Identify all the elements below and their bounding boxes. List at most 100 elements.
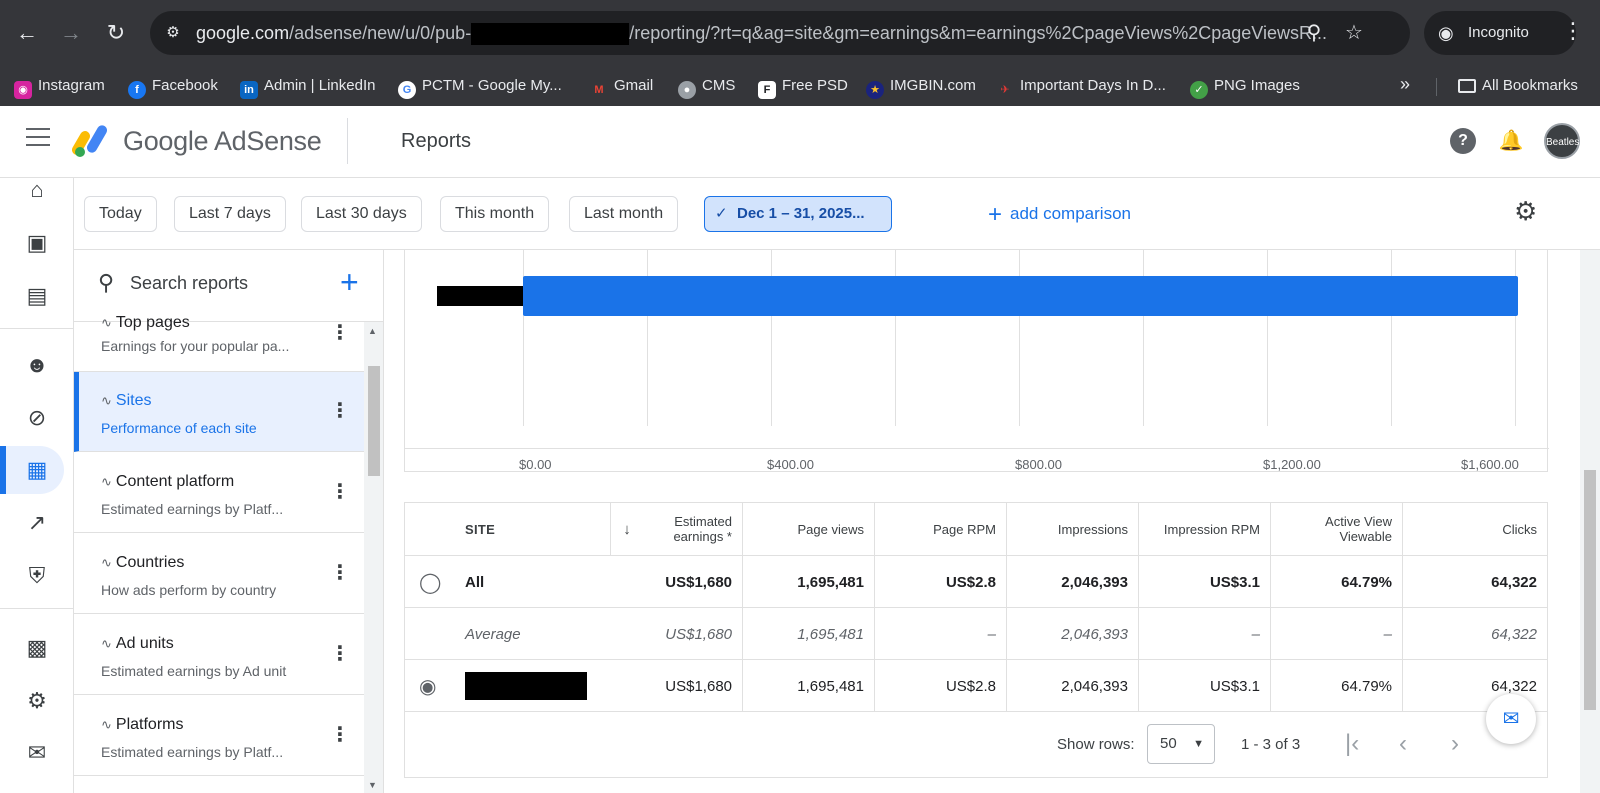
x-tick-label: $1,200.00 xyxy=(1263,457,1321,472)
next-page-icon[interactable]: › xyxy=(1451,730,1459,758)
zoom-icon[interactable]: ⚲ xyxy=(1302,21,1326,45)
panel-scrollbar[interactable]: ▲ ▼ xyxy=(364,322,383,793)
col-header-page-rpm[interactable]: Page RPM xyxy=(875,503,1007,555)
forward-arrow-icon[interactable]: → xyxy=(56,18,86,48)
rail-divider xyxy=(0,608,74,609)
redacted-publisher-id xyxy=(471,23,630,46)
add-report-icon[interactable]: + xyxy=(340,264,359,301)
chip-today[interactable]: Today xyxy=(84,196,157,232)
more-vert-icon[interactable]: ⋮ xyxy=(330,722,350,747)
account-person-icon[interactable]: ☻ xyxy=(0,341,74,389)
more-bookmarks-icon[interactable]: » xyxy=(1400,74,1410,95)
chip-last-month[interactable]: Last month xyxy=(569,196,679,232)
visibility-off-icon[interactable]: ◯ xyxy=(419,570,441,595)
table-row[interactable]: ◉ US$1,680 1,695,481 US$2.8 2,046,393 US… xyxy=(405,659,1547,712)
x-tick-label: $800.00 xyxy=(1015,457,1062,472)
page-title: Reports xyxy=(401,130,472,152)
sort-arrow-down-icon[interactable]: ↓ xyxy=(611,503,643,555)
address-bar[interactable]: ⚙ google.com/adsense/new/u/0/pub-/report… xyxy=(150,11,1410,55)
add-comparison-button[interactable]: + add comparison xyxy=(988,196,1131,232)
rows-per-page-select[interactable]: 50 ▼ xyxy=(1147,724,1215,764)
report-settings-gear-icon[interactable]: ⚙ xyxy=(1514,196,1537,227)
col-header-clicks[interactable]: Clicks xyxy=(1403,503,1547,555)
incognito-badge[interactable]: ◉ Incognito xyxy=(1424,11,1576,55)
main-menu-icon[interactable] xyxy=(26,128,50,148)
report-item-countries[interactable]: ∿ Countries How ads perform by country ⋮ xyxy=(74,534,364,614)
more-vert-icon[interactable]: ⋮ xyxy=(330,320,350,345)
ads-icon[interactable]: ▣ xyxy=(0,219,74,267)
home-icon[interactable]: ⌂ xyxy=(0,166,74,214)
report-item-sites[interactable]: ∿ Sites Performance of each site ⋮ xyxy=(74,372,364,452)
blocking-controls-icon[interactable]: ⊘ xyxy=(0,394,74,442)
bookmark-pctm[interactable]: G PCTM - Google My... xyxy=(398,77,562,99)
more-vert-icon[interactable]: ⋮ xyxy=(330,560,350,585)
bookmark-gmail[interactable]: M Gmail xyxy=(590,77,653,99)
col-header-impression-rpm[interactable]: Impression RPM xyxy=(1139,503,1271,555)
table-row-all[interactable]: ◯ All US$1,680 1,695,481 US$2.8 2,046,39… xyxy=(405,555,1547,608)
bookmark-cms[interactable]: ● CMS xyxy=(678,77,735,99)
payments-icon[interactable]: ▩ xyxy=(0,624,74,672)
browser-menu-icon[interactable]: ⋮ xyxy=(1562,18,1584,44)
col-header-site[interactable]: SITE xyxy=(405,503,611,555)
sparkline-icon: ∿ xyxy=(101,474,112,489)
all-bookmarks[interactable]: All Bookmarks xyxy=(1458,77,1578,94)
col-header-page-views[interactable]: Page views xyxy=(743,503,875,555)
avatar[interactable]: Beatles xyxy=(1544,123,1580,159)
col-header-impressions[interactable]: Impressions xyxy=(1007,503,1139,555)
site-info-icon[interactable]: ⚙ xyxy=(162,22,184,44)
bookmark-important-days[interactable]: ✈ Important Days In D... xyxy=(996,77,1166,99)
sparkline-icon: ∿ xyxy=(101,636,112,651)
report-item-ad-units[interactable]: ∿ Ad units Estimated earnings by Ad unit … xyxy=(74,615,364,695)
bookmark-star-icon[interactable]: ☆ xyxy=(1342,21,1366,45)
scroll-down-arrow-icon[interactable]: ▼ xyxy=(368,780,377,790)
more-vert-icon[interactable]: ⋮ xyxy=(330,641,350,666)
sites-table: SITE ↓ Estimated earnings * Page views P… xyxy=(404,502,1548,712)
url-text: google.com/adsense/new/u/0/pub-/reportin… xyxy=(196,23,1327,46)
earnings-bar-chart: $0.00 $400.00 $800.00 $1,200.00 $1,600.00 xyxy=(404,250,1549,472)
chip-custom-range[interactable]: ✓ Dec 1 – 31, 2025... xyxy=(704,196,892,232)
sites-icon[interactable]: ▤ xyxy=(0,272,74,320)
bookmark-freepsd[interactable]: F Free PSD xyxy=(758,77,848,99)
visibility-icon[interactable]: ◉ xyxy=(419,674,436,699)
reload-icon[interactable]: ↻ xyxy=(101,18,131,48)
sparkline-icon: ∿ xyxy=(101,315,112,330)
report-item-platforms[interactable]: ∿ Platforms Estimated earnings by Platf..… xyxy=(74,696,364,776)
help-icon[interactable]: ? xyxy=(1450,128,1476,154)
more-vert-icon[interactable]: ⋮ xyxy=(330,479,350,504)
bookmark-linkedin[interactable]: in Admin | LinkedIn xyxy=(240,77,375,99)
chip-last-30-days[interactable]: Last 30 days xyxy=(301,196,422,232)
incognito-icon: ◉ xyxy=(1438,23,1454,43)
instagram-icon: ◉ xyxy=(14,81,32,99)
report-item-top-pages[interactable]: ∿ Top pages Earnings for your popular pa.… xyxy=(74,302,364,372)
chart-bar[interactable] xyxy=(523,276,1518,316)
main-scrollbar[interactable] xyxy=(1580,250,1600,793)
bookmark-png-images[interactable]: ✓ PNG Images xyxy=(1190,77,1300,99)
reports-icon[interactable]: ▦ xyxy=(0,446,74,494)
more-vert-icon[interactable]: ⋮ xyxy=(330,398,350,423)
google-icon: G xyxy=(398,81,416,99)
chip-last-7-days[interactable]: Last 7 days xyxy=(174,196,286,232)
optimization-trend-icon[interactable]: ↗ xyxy=(0,499,74,547)
notifications-bell-icon[interactable]: 🔔 xyxy=(1498,128,1524,154)
date-filter-bar: Today Last 7 days Last 30 days This mont… xyxy=(74,178,1600,250)
panel-scroll-thumb[interactable] xyxy=(368,366,380,476)
freepik-icon: F xyxy=(758,81,776,99)
privacy-shield-icon[interactable]: ⛨ xyxy=(0,552,74,600)
col-header-active-view[interactable]: Active View Viewable xyxy=(1271,503,1403,555)
report-item-content-platform[interactable]: ∿ Content platform Estimated earnings by … xyxy=(74,453,364,533)
bookmark-facebook[interactable]: f Facebook xyxy=(128,77,218,99)
bookmark-instagram[interactable]: ◉ Instagram xyxy=(14,77,105,99)
settings-icon[interactable]: ⚙ xyxy=(0,677,74,725)
chip-this-month[interactable]: This month xyxy=(440,196,550,232)
main-scroll-thumb[interactable] xyxy=(1584,470,1596,710)
feedback-chat-button[interactable]: ✉ xyxy=(1486,694,1536,744)
app-header: Google AdSense Reports ? 🔔 Beatles xyxy=(0,106,1600,178)
scroll-up-arrow-icon[interactable]: ▲ xyxy=(368,326,377,336)
search-reports-input[interactable]: Search reports xyxy=(130,273,248,294)
bookmark-imgbin[interactable]: ★ IMGBIN.com xyxy=(866,77,976,99)
back-arrow-icon[interactable]: ← xyxy=(12,18,42,48)
previous-page-icon[interactable]: ‹ xyxy=(1399,730,1407,758)
col-header-earnings[interactable]: Estimated earnings * xyxy=(643,503,743,555)
feedback-icon[interactable]: ✉ xyxy=(0,729,74,777)
first-page-icon[interactable]: |‹ xyxy=(1345,730,1359,758)
